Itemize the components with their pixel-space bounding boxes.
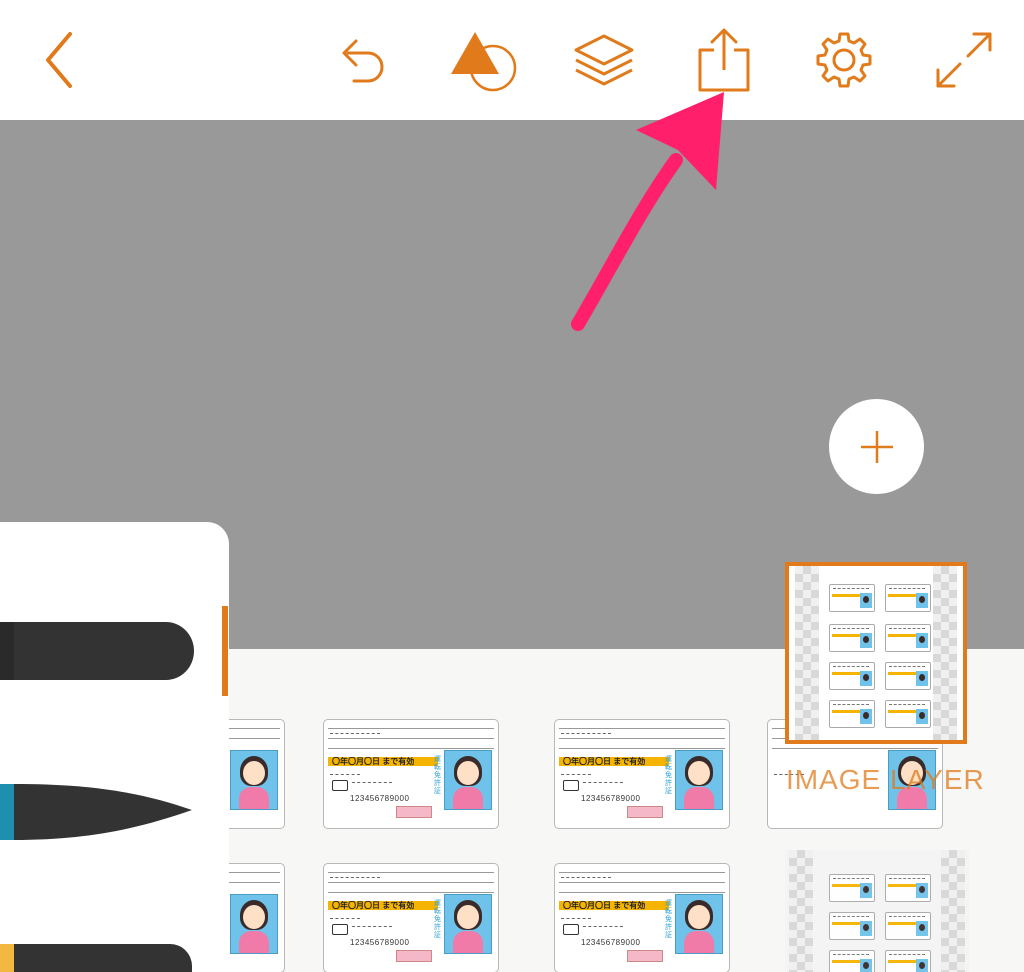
- chevron-left-icon: [46, 32, 72, 88]
- portrait-image: [675, 750, 723, 810]
- brush-panel: [0, 522, 229, 972]
- brush-pencil[interactable]: [0, 944, 192, 972]
- undo-icon: [342, 39, 384, 83]
- license-card: 〇年〇月〇日 まで有効 123456789000 運転免許証: [323, 719, 499, 829]
- brush-marker[interactable]: [0, 622, 194, 680]
- brush-panel-scroll-indicator[interactable]: [222, 606, 228, 696]
- license-card: [229, 719, 285, 829]
- undo-button[interactable]: [324, 22, 400, 98]
- fullscreen-button[interactable]: [926, 22, 1002, 98]
- portrait-image: [675, 894, 723, 954]
- top-toolbar: [0, 0, 1024, 120]
- shapes-button[interactable]: [446, 22, 522, 98]
- add-layer-button[interactable]: [829, 399, 924, 494]
- plus-icon: [860, 430, 893, 463]
- share-export-icon: [698, 28, 750, 92]
- brush-list: [0, 622, 194, 972]
- portrait-image: [444, 750, 492, 810]
- layers-icon: [574, 34, 634, 86]
- layers-button[interactable]: [566, 22, 642, 98]
- license-card: 〇年〇月〇日 まで有効 123456789000 運転免許証: [323, 863, 499, 972]
- layer-type-label: IMAGE LAYER: [786, 764, 985, 795]
- layer-thumbnail-selected[interactable]: [785, 562, 967, 744]
- shapes-icon: [451, 32, 517, 92]
- settings-button[interactable]: [806, 22, 882, 98]
- gear-icon: [816, 32, 872, 88]
- license-card: 〇年〇月〇日 まで有効 123456789000 運転免許証: [554, 863, 730, 972]
- portrait-image: [230, 894, 278, 954]
- license-card: 〇年〇月〇日 まで有効 123456789000 運転免許証: [554, 719, 730, 829]
- portrait-image: [444, 894, 492, 954]
- layer-thumbnail[interactable]: [785, 850, 969, 972]
- brush-ink-pen[interactable]: [0, 784, 192, 840]
- license-card: [229, 863, 285, 972]
- back-button[interactable]: [22, 22, 98, 98]
- expand-icon: [936, 32, 992, 88]
- share-button[interactable]: [686, 22, 762, 98]
- portrait-image: [230, 750, 278, 810]
